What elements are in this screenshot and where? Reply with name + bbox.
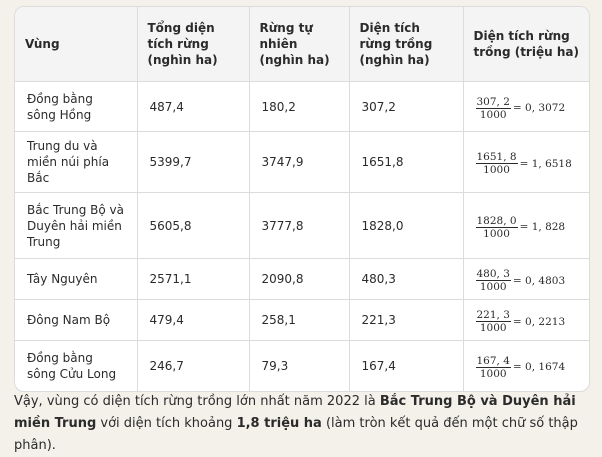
data-table-card: Vùng Tổng diện tích rừng (nghìn ha) Rừng… (14, 6, 590, 392)
conclusion-paragraph: Vậy, vùng có diện tích rừng trồng lớn nh… (14, 391, 588, 457)
cell-planted: 221,3 (349, 299, 464, 341)
fraction-result: = 0, 2213 (512, 315, 566, 328)
cell-region: Trung du và miền núi phía Bắc (15, 131, 138, 193)
table-row: Tây Nguyên 2571,1 2090,8 480,3 480, 3 100… (15, 258, 589, 300)
table-header-row: Vùng Tổng diện tích rừng (nghìn ha) Rừng… (15, 7, 589, 82)
fraction-formula: 307, 2 1000 = 0, 3072 (475, 95, 566, 121)
cell-total: 5605,8 (137, 192, 250, 259)
fraction-formula: 480, 3 1000 = 0, 4803 (475, 268, 566, 293)
table-row: Đồng bằng sông Cửu Long 246,7 79,3 167,4… (15, 340, 589, 391)
cell-planted: 307,2 (349, 81, 464, 132)
conclusion-text: Vậy, vùng có diện tích rừng trồng lớn nh… (14, 394, 380, 409)
cell-million: 1651, 8 1000 = 1, 6518 (463, 131, 589, 193)
fraction-denominator: 1000 (483, 164, 510, 176)
cell-region: Đồng bằng sông Cửu Long (15, 340, 138, 391)
cell-million: 1828, 0 1000 = 1, 828 (463, 192, 589, 259)
table-row: Đồng bằng sông Hồng 487,4 180,2 307,2 30… (15, 81, 589, 132)
cell-planted: 1651,8 (349, 131, 464, 193)
fraction-denominator: 1000 (483, 227, 510, 240)
conclusion-text: với diện tích khoảng (96, 416, 237, 431)
cell-total: 479,4 (137, 299, 250, 341)
cell-total: 5399,7 (137, 131, 250, 193)
header-region: Vùng (15, 7, 138, 82)
cell-region: Đồng bằng sông Hồng (15, 81, 138, 132)
table-row: Trung du và miền núi phía Bắc 5399,7 374… (15, 131, 589, 193)
header-planted-area-thousand: Diện tích rừng trồng (nghìn ha) (349, 7, 464, 82)
cell-planted: 167,4 (349, 340, 464, 391)
cell-total: 246,7 (137, 340, 250, 391)
fraction-result: = 0, 3072 (512, 102, 566, 114)
cell-total: 2571,1 (137, 258, 250, 300)
table-row: Đông Nam Bộ 479,4 258,1 221,3 221, 3 1000… (15, 299, 589, 341)
fraction-denominator: 1000 (479, 322, 507, 334)
cell-million: 307, 2 1000 = 0, 3072 (463, 81, 589, 132)
fraction-denominator: 1000 (479, 281, 507, 293)
fraction-result: = 0, 4803 (512, 274, 566, 287)
cell-natural: 79,3 (249, 340, 350, 391)
fraction-numerator: 307, 2 (475, 95, 511, 109)
header-planted-area-million: Diện tích rừng trồng (triệu ha) (463, 7, 589, 82)
cell-million: 167, 4 1000 = 0, 1674 (463, 341, 589, 391)
cell-million: 480, 3 1000 = 0, 4803 (463, 258, 589, 300)
fraction-denominator: 1000 (479, 367, 507, 380)
cell-planted: 1828,0 (349, 192, 464, 259)
fraction-formula: 167, 4 1000 = 0, 1674 (475, 354, 566, 380)
cell-natural: 3777,8 (249, 192, 350, 259)
cell-total: 487,4 (137, 81, 250, 132)
cell-natural: 180,2 (249, 81, 350, 132)
forest-area-table: Vùng Tổng diện tích rừng (nghìn ha) Rừng… (15, 7, 589, 391)
cell-natural: 3747,9 (249, 131, 350, 193)
header-natural-forest: Rừng tự nhiên (nghìn ha) (249, 7, 350, 82)
table-row: Bắc Trung Bộ và Duyên hải miền Trung 560… (15, 192, 589, 259)
cell-planted: 480,3 (349, 258, 464, 300)
fraction-formula: 221, 3 1000 = 0, 2213 (475, 309, 566, 334)
cell-region: Bắc Trung Bộ và Duyên hải miền Trung (15, 192, 138, 259)
cell-region: Đông Nam Bộ (15, 299, 138, 341)
fraction-result: = 1, 828 (519, 221, 566, 233)
fraction-numerator: 221, 3 (475, 309, 511, 322)
header-total-area: Tổng diện tích rừng (nghìn ha) (137, 7, 250, 82)
cell-natural: 258,1 (249, 299, 350, 341)
cell-region: Tây Nguyên (15, 258, 138, 300)
fraction-formula: 1651, 8 1000 = 1, 6518 (475, 151, 572, 176)
conclusion-amount: 1,8 triệu ha (236, 416, 322, 431)
fraction-numerator: 167, 4 (475, 354, 511, 368)
cell-million: 221, 3 1000 = 0, 2213 (463, 299, 589, 341)
fraction-formula: 1828, 0 1000 = 1, 828 (475, 214, 566, 240)
fraction-result: = 0, 1674 (512, 361, 566, 374)
cell-natural: 2090,8 (249, 258, 350, 300)
fraction-numerator: 1828, 0 (475, 214, 518, 228)
fraction-numerator: 480, 3 (475, 268, 511, 281)
fraction-denominator: 1000 (479, 108, 507, 121)
fraction-numerator: 1651, 8 (475, 151, 518, 164)
fraction-result: = 1, 6518 (519, 157, 572, 170)
